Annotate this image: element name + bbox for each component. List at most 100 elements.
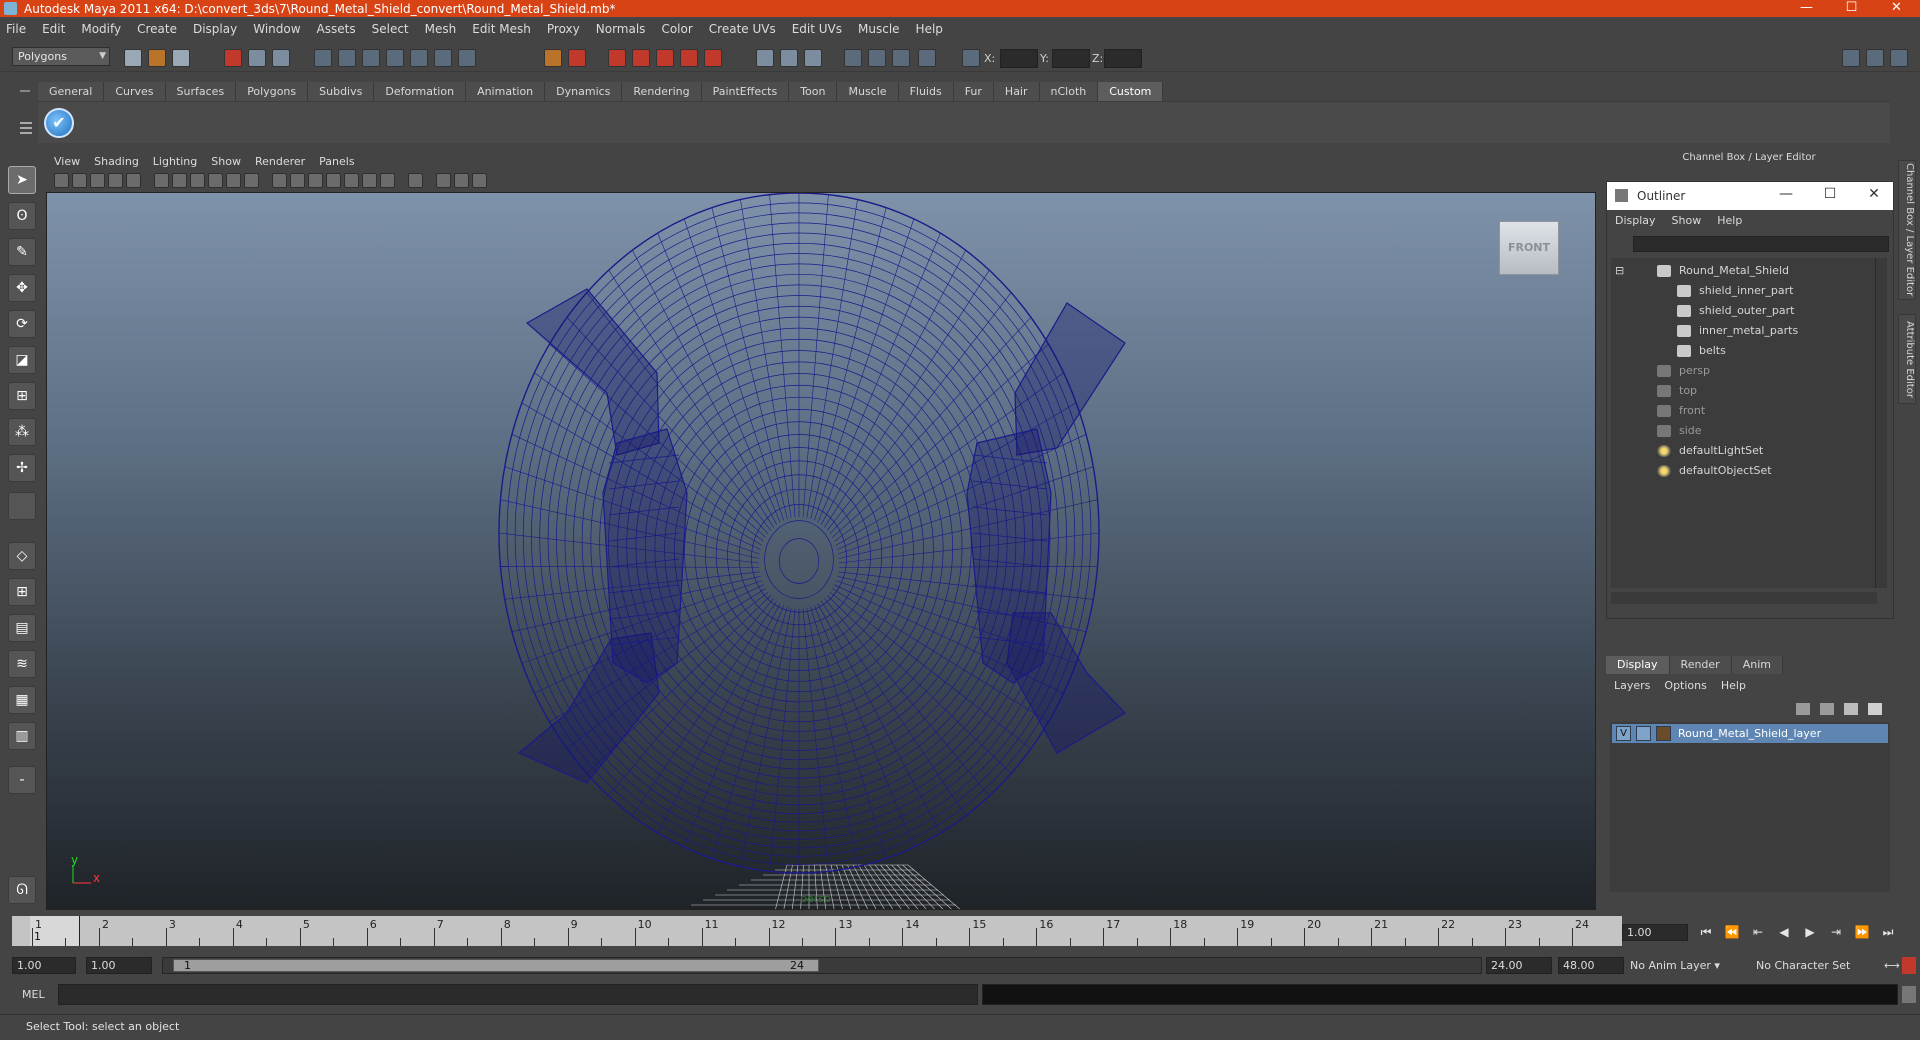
layer-tab-render[interactable]: Render xyxy=(1669,656,1732,674)
render-settings-icon[interactable] xyxy=(656,49,674,67)
render-view-icon[interactable] xyxy=(704,49,722,67)
wireframe-on-shaded-icon[interactable] xyxy=(308,173,323,188)
hypershade-icon[interactable] xyxy=(680,49,698,67)
bookmark-icon[interactable] xyxy=(90,173,105,188)
outliner-minimize-button[interactable]: — xyxy=(1771,186,1801,202)
viewport-menu-renderer[interactable]: Renderer xyxy=(255,155,305,168)
preferences-icon[interactable] xyxy=(1902,957,1916,974)
outliner-item[interactable]: side xyxy=(1657,422,1702,440)
lasso-tool-icon[interactable]: ʘ xyxy=(8,202,36,230)
persp-trax-layout-icon[interactable]: ▥ xyxy=(8,722,36,750)
tool-settings-icon[interactable] xyxy=(868,49,886,67)
menu-set-dropdown[interactable]: Polygons ▼ xyxy=(12,47,110,66)
layer-playback-toggle[interactable] xyxy=(1636,726,1651,741)
play-forwards-icon[interactable]: ▶ xyxy=(1800,924,1820,941)
select-component-icon[interactable] xyxy=(272,49,290,67)
outliner-layout-icon[interactable] xyxy=(804,49,822,67)
shelf-tab-general[interactable]: General xyxy=(38,82,105,101)
last-tool-icon[interactable] xyxy=(8,492,36,520)
z-coord-field[interactable] xyxy=(1104,49,1142,68)
script-editor-icon[interactable] xyxy=(1902,986,1916,1003)
transform-lock-icon[interactable] xyxy=(918,49,936,67)
select-tool-icon[interactable]: ➤ xyxy=(8,166,36,194)
menu-create-uvs[interactable]: Create UVs xyxy=(709,22,776,36)
shelf-tab-subdivs[interactable]: Subdivs xyxy=(308,82,375,101)
go-to-start-icon[interactable]: ⏮ xyxy=(1696,924,1716,941)
playback-end-field[interactable]: 24.00 xyxy=(1486,957,1552,974)
outliner-item[interactable]: Round_Metal_Shield xyxy=(1657,262,1789,280)
mel-command-input[interactable] xyxy=(58,984,978,1005)
soft-modification-icon[interactable]: ⁂ xyxy=(8,418,36,446)
shelf-tab-painteffects[interactable]: PaintEffects xyxy=(701,82,790,101)
gate-mask-icon[interactable] xyxy=(190,173,205,188)
xray-joints-icon[interactable] xyxy=(454,173,469,188)
outliner-item[interactable]: defaultObjectSet xyxy=(1657,462,1772,480)
camera-select-icon[interactable] xyxy=(54,173,69,188)
outliner-item[interactable]: defaultLightSet xyxy=(1657,442,1763,460)
shelf-tab-polygons[interactable]: Polygons xyxy=(236,82,309,101)
maximize-button[interactable]: ☐ xyxy=(1829,0,1874,17)
shelf-tab-deformation[interactable]: Deformation xyxy=(374,82,467,101)
view-cube[interactable]: FRONT xyxy=(1499,221,1559,275)
shelf-tab-surfaces[interactable]: Surfaces xyxy=(165,82,237,101)
viewport-menu-shading[interactable]: Shading xyxy=(94,155,139,168)
toggle-attribute-editor-icon[interactable] xyxy=(1842,49,1860,67)
step-forward-frame-icon[interactable]: ⏩ xyxy=(1852,924,1872,941)
outliner-item[interactable]: front xyxy=(1657,402,1705,420)
outliner-item[interactable]: shield_inner_part xyxy=(1677,282,1793,300)
layout-options-icon[interactable]: - xyxy=(8,766,36,794)
outliner-menu-show[interactable]: Show xyxy=(1672,214,1702,227)
range-slider[interactable]: 1 24 xyxy=(162,957,1482,974)
move-tool-icon[interactable]: ✥ xyxy=(8,274,36,302)
shelf-tab-rendering[interactable]: Rendering xyxy=(622,82,702,101)
toggle-tool-settings-icon[interactable] xyxy=(1866,49,1884,67)
four-view-layout-icon[interactable]: ⊞ xyxy=(8,578,36,606)
snap-point-icon[interactable] xyxy=(362,49,380,67)
history-icon[interactable] xyxy=(434,49,452,67)
film-gate-icon[interactable] xyxy=(154,173,169,188)
save-scene-icon[interactable] xyxy=(172,49,190,67)
time-slider[interactable]: 1 1 2 3 4 5 6 7 8 9 10 11 12 13 14 15 16 17 18 19 20 21 22 23 24 xyxy=(12,916,1622,946)
command-language-label[interactable]: MEL xyxy=(12,986,58,1004)
play-backwards-icon[interactable]: ◀ xyxy=(1774,924,1794,941)
shelf-tab-dynamics[interactable]: Dynamics xyxy=(545,82,623,101)
camera-attributes-icon[interactable] xyxy=(72,173,87,188)
side-tab-attribute-editor[interactable]: Attribute Editor xyxy=(1898,314,1916,404)
layer-row[interactable]: V Round_Metal_Shield_layer xyxy=(1612,724,1888,743)
menu-edit[interactable]: Edit xyxy=(42,22,65,36)
image-plane-icon[interactable] xyxy=(108,173,123,188)
side-tab-channel-box[interactable]: Channel Box / Layer Editor xyxy=(1898,160,1916,300)
shelf-tab-custom[interactable]: Custom xyxy=(1098,82,1164,101)
smooth-shade-icon[interactable] xyxy=(290,173,305,188)
shelf-tab-animation[interactable]: Animation xyxy=(466,82,546,101)
channel-box-icon[interactable] xyxy=(892,49,910,67)
outliner-horizontal-scrollbar[interactable] xyxy=(1611,592,1877,604)
collapse-toggle-icon[interactable]: ⊟ xyxy=(1615,262,1624,280)
go-to-end-icon[interactable]: ⏭ xyxy=(1878,924,1898,941)
open-scene-icon[interactable] xyxy=(148,49,166,67)
wireframe-icon[interactable] xyxy=(272,173,287,188)
toggle-channel-box-icon[interactable] xyxy=(1890,49,1908,67)
persp-outliner-layout-icon[interactable]: ▤ xyxy=(8,614,36,642)
perspective-viewport[interactable]: FRONT y x persp xyxy=(46,192,1596,910)
layer-menu-layers[interactable]: Layers xyxy=(1614,679,1650,692)
use-all-lights-icon[interactable] xyxy=(344,173,359,188)
shelf-tab-hair[interactable]: Hair xyxy=(993,82,1040,101)
menu-proxy[interactable]: Proxy xyxy=(547,22,580,36)
outliner-close-button[interactable]: ✕ xyxy=(1859,186,1889,202)
animation-start-field[interactable]: 1.00 xyxy=(12,957,76,974)
outliner-menu-help[interactable]: Help xyxy=(1717,214,1742,227)
ipr-render-icon[interactable] xyxy=(632,49,650,67)
layer-color-swatch[interactable] xyxy=(1656,726,1671,741)
safe-action-icon[interactable] xyxy=(226,173,241,188)
lasso-status-icon[interactable]: ᘏ xyxy=(8,876,36,904)
shadows-icon[interactable] xyxy=(362,173,377,188)
viewport-menu-lighting[interactable]: Lighting xyxy=(153,155,197,168)
x-coord-field[interactable] xyxy=(1000,49,1038,68)
outliner-item[interactable]: belts xyxy=(1677,342,1726,360)
menu-normals[interactable]: Normals xyxy=(596,22,646,36)
y-coord-field[interactable] xyxy=(1052,49,1090,68)
relative-transform-icon[interactable] xyxy=(962,49,980,67)
resolution-gate-icon[interactable] xyxy=(172,173,187,188)
isolate-select-icon[interactable] xyxy=(408,173,423,188)
